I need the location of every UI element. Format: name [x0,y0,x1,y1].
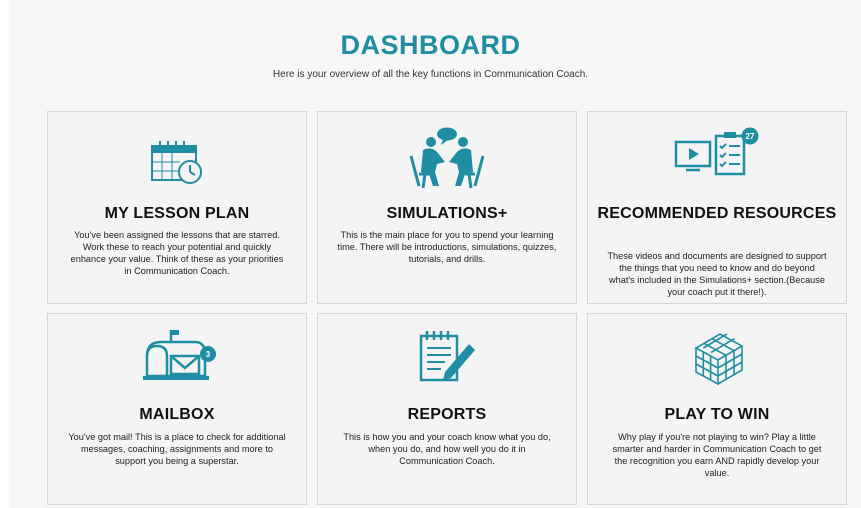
page-subtitle: Here is your overview of all the key fun… [272,69,589,80]
card-title: RECOMMENDED RESOURCES [597,205,837,222]
page-title: DASHBOARD [340,30,521,60]
reports-card[interactable]: REPORTS This is how you and your coach k… [317,313,577,505]
conversation-icon [318,126,576,192]
card-description: Why play if you're not playing to win? P… [612,432,822,478]
play-to-win-card[interactable]: PLAY TO WIN Why play if you're not playi… [587,313,847,505]
card-title: PLAY TO WIN [664,406,770,423]
resources-badge: 27 [746,132,755,141]
simulations-card[interactable]: SIMULATIONS+ This is the main place for … [317,111,577,304]
report-pencil-icon [318,328,576,386]
recommended-resources-card[interactable]: 27 RECOMMENDED RESOURCES These videos an… [587,111,847,304]
card-title: MY LESSON PLAN [104,205,250,222]
card-title: SIMULATIONS+ [386,205,508,222]
card-description: You've got mail! This is a place to chec… [68,432,286,466]
card-description: This is the main place for you to spend … [337,230,557,264]
card-description: These videos and documents are designed … [607,251,827,297]
mailbox-badge: 3 [206,350,211,359]
mailbox-icon: 3 [48,326,306,386]
video-checklist-icon: 27 [588,126,846,178]
card-title: MAILBOX [139,406,215,423]
mailbox-card[interactable]: 3 MAILBOX You've got mail! This is a pla… [47,313,307,505]
card-description: You've been assigned the lessons that ar… [70,230,284,276]
card-description: This is how you and your coach know what… [343,432,551,466]
card-title: REPORTS [407,406,487,423]
rubiks-cube-icon [588,326,846,388]
lesson-plan-card[interactable]: MY LESSON PLAN You've been assigned the … [47,111,307,304]
calendar-clock-icon [48,138,306,186]
